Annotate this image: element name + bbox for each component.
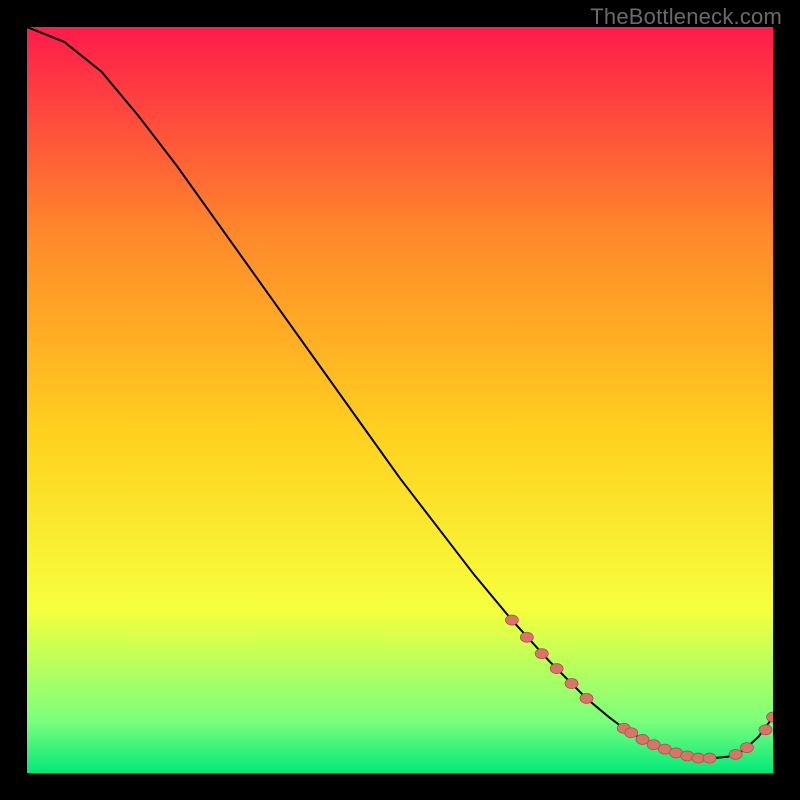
chart-svg: [27, 27, 773, 773]
marker-rise-2: [740, 743, 753, 753]
marker-flat-3: [636, 734, 649, 744]
chart-area: [27, 27, 773, 773]
marker-highlight-descent-1: [505, 615, 518, 625]
marker-highlight-descent-6: [580, 693, 593, 703]
marker-flat-2: [625, 728, 638, 738]
marker-rise-3: [759, 725, 772, 735]
marker-highlight-descent-3: [535, 649, 548, 659]
marker-highlight-descent-5: [565, 678, 578, 688]
marker-highlight-descent-4: [550, 664, 563, 674]
marker-highlight-descent-2: [520, 632, 533, 642]
marker-flat-9: [703, 753, 716, 763]
marker-rise-1: [729, 749, 742, 759]
gradient-background: [27, 27, 773, 773]
chart-frame: TheBottleneck.com: [0, 0, 800, 800]
